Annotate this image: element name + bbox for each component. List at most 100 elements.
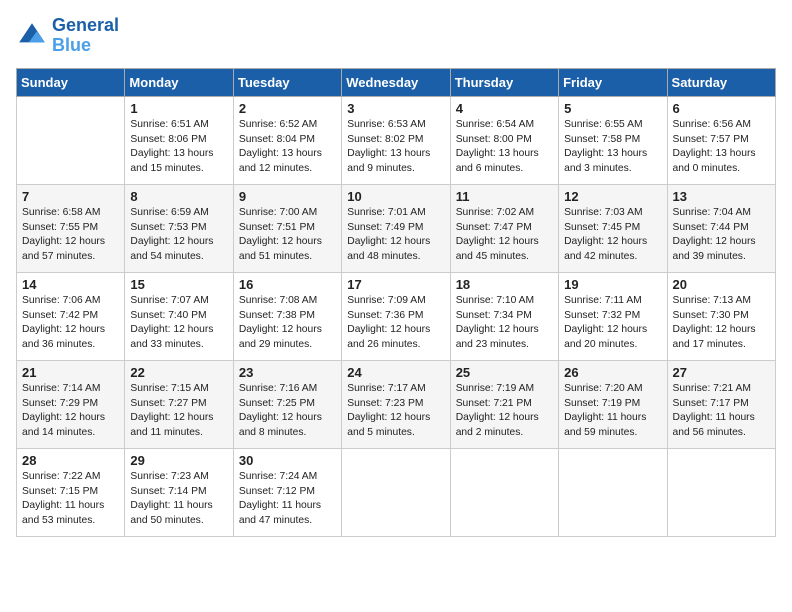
day-info: Sunrise: 7:03 AM Sunset: 7:45 PM Dayligh… — [564, 206, 661, 266]
day-number: 13 — [673, 189, 770, 204]
day-number: 30 — [239, 453, 336, 468]
calendar-cell: 5 Sunrise: 6:55 AM Sunset: 7:58 PM Daylig… — [559, 96, 667, 184]
day-number: 11 — [456, 189, 553, 204]
day-info: Sunrise: 6:59 AM Sunset: 7:53 PM Dayligh… — [130, 206, 227, 266]
day-info: Sunrise: 7:10 AM Sunset: 7:34 PM Dayligh… — [456, 294, 553, 354]
calendar-cell: 25 Sunrise: 7:19 AM Sunset: 7:21 PM Dayli… — [450, 360, 558, 448]
day-info: Sunrise: 7:20 AM Sunset: 7:19 PM Dayligh… — [564, 382, 661, 442]
calendar-cell: 18 Sunrise: 7:10 AM Sunset: 7:34 PM Dayli… — [450, 272, 558, 360]
page-header: General Blue — [16, 16, 776, 56]
calendar-header-wednesday: Wednesday — [342, 68, 450, 96]
calendar-cell: 14Sunrise: 7:06 AM Sunset: 7:42 PM Dayli… — [17, 272, 125, 360]
calendar-cell — [342, 448, 450, 536]
day-number: 27 — [673, 365, 770, 380]
day-info: Sunrise: 7:24 AM Sunset: 7:12 PM Dayligh… — [239, 470, 336, 530]
calendar-cell: 20 Sunrise: 7:13 AM Sunset: 7:30 PM Dayli… — [667, 272, 775, 360]
calendar-header-thursday: Thursday — [450, 68, 558, 96]
calendar-header-tuesday: Tuesday — [233, 68, 341, 96]
calendar-cell: 12Sunrise: 7:03 AM Sunset: 7:45 PM Dayli… — [559, 184, 667, 272]
day-number: 29 — [130, 453, 227, 468]
day-number: 14 — [22, 277, 119, 292]
calendar-cell: 26 Sunrise: 7:20 AM Sunset: 7:19 PM Dayli… — [559, 360, 667, 448]
day-info: Sunrise: 7:19 AM Sunset: 7:21 PM Dayligh… — [456, 382, 553, 442]
calendar-cell: 29 Sunrise: 7:23 AM Sunset: 7:14 PM Dayli… — [125, 448, 233, 536]
day-number: 4 — [456, 101, 553, 116]
day-info: Sunrise: 6:56 AM Sunset: 7:57 PM Dayligh… — [673, 118, 770, 178]
day-info: Sunrise: 7:23 AM Sunset: 7:14 PM Dayligh… — [130, 470, 227, 530]
day-number: 6 — [673, 101, 770, 116]
day-info: Sunrise: 7:00 AM Sunset: 7:51 PM Dayligh… — [239, 206, 336, 266]
day-number: 23 — [239, 365, 336, 380]
day-number: 28 — [22, 453, 119, 468]
day-info: Sunrise: 7:01 AM Sunset: 7:49 PM Dayligh… — [347, 206, 444, 266]
calendar-cell: 17 Sunrise: 7:09 AM Sunset: 7:36 PM Dayli… — [342, 272, 450, 360]
calendar-cell: 1 Sunrise: 6:51 AM Sunset: 8:06 PM Daylig… — [125, 96, 233, 184]
calendar-week-2: 7 Sunrise: 6:58 AM Sunset: 7:55 PM Daylig… — [17, 184, 776, 272]
day-number: 24 — [347, 365, 444, 380]
day-info: Sunrise: 6:53 AM Sunset: 8:02 PM Dayligh… — [347, 118, 444, 178]
calendar-cell — [667, 448, 775, 536]
calendar-cell: 6 Sunrise: 6:56 AM Sunset: 7:57 PM Daylig… — [667, 96, 775, 184]
calendar-cell: 10Sunrise: 7:01 AM Sunset: 7:49 PM Dayli… — [342, 184, 450, 272]
day-info: Sunrise: 7:09 AM Sunset: 7:36 PM Dayligh… — [347, 294, 444, 354]
calendar-cell: 9 Sunrise: 7:00 AM Sunset: 7:51 PM Daylig… — [233, 184, 341, 272]
day-number: 25 — [456, 365, 553, 380]
day-number: 8 — [130, 189, 227, 204]
day-info: Sunrise: 7:04 AM Sunset: 7:44 PM Dayligh… — [673, 206, 770, 266]
day-number: 19 — [564, 277, 661, 292]
calendar-header-sunday: Sunday — [17, 68, 125, 96]
day-number: 7 — [22, 189, 119, 204]
calendar-cell: 16Sunrise: 7:08 AM Sunset: 7:38 PM Dayli… — [233, 272, 341, 360]
day-info: Sunrise: 7:16 AM Sunset: 7:25 PM Dayligh… — [239, 382, 336, 442]
calendar-cell: 7 Sunrise: 6:58 AM Sunset: 7:55 PM Daylig… — [17, 184, 125, 272]
calendar-header-friday: Friday — [559, 68, 667, 96]
calendar-header-saturday: Saturday — [667, 68, 775, 96]
day-number: 20 — [673, 277, 770, 292]
logo-icon — [16, 20, 48, 52]
logo: General Blue — [16, 16, 119, 56]
day-info: Sunrise: 7:14 AM Sunset: 7:29 PM Dayligh… — [22, 382, 119, 442]
calendar-cell: 22 Sunrise: 7:15 AM Sunset: 7:27 PM Dayli… — [125, 360, 233, 448]
calendar-cell: 3 Sunrise: 6:53 AM Sunset: 8:02 PM Daylig… — [342, 96, 450, 184]
day-info: Sunrise: 7:22 AM Sunset: 7:15 PM Dayligh… — [22, 470, 119, 530]
calendar-header-row: SundayMondayTuesdayWednesdayThursdayFrid… — [17, 68, 776, 96]
day-info: Sunrise: 7:02 AM Sunset: 7:47 PM Dayligh… — [456, 206, 553, 266]
day-info: Sunrise: 6:52 AM Sunset: 8:04 PM Dayligh… — [239, 118, 336, 178]
day-info: Sunrise: 6:51 AM Sunset: 8:06 PM Dayligh… — [130, 118, 227, 178]
calendar-cell — [17, 96, 125, 184]
calendar-cell: 4 Sunrise: 6:54 AM Sunset: 8:00 PM Daylig… — [450, 96, 558, 184]
logo-text: General Blue — [52, 16, 119, 56]
day-number: 2 — [239, 101, 336, 116]
calendar-cell: 30 Sunrise: 7:24 AM Sunset: 7:12 PM Dayli… — [233, 448, 341, 536]
day-info: Sunrise: 6:54 AM Sunset: 8:00 PM Dayligh… — [456, 118, 553, 178]
calendar-week-4: 21 Sunrise: 7:14 AM Sunset: 7:29 PM Dayli… — [17, 360, 776, 448]
calendar-cell: 19Sunrise: 7:11 AM Sunset: 7:32 PM Dayli… — [559, 272, 667, 360]
calendar-cell: 11 Sunrise: 7:02 AM Sunset: 7:47 PM Dayli… — [450, 184, 558, 272]
day-number: 21 — [22, 365, 119, 380]
calendar-week-3: 14Sunrise: 7:06 AM Sunset: 7:42 PM Dayli… — [17, 272, 776, 360]
day-info: Sunrise: 7:21 AM Sunset: 7:17 PM Dayligh… — [673, 382, 770, 442]
day-number: 15 — [130, 277, 227, 292]
calendar-cell: 28 Sunrise: 7:22 AM Sunset: 7:15 PM Dayli… — [17, 448, 125, 536]
day-info: Sunrise: 7:07 AM Sunset: 7:40 PM Dayligh… — [130, 294, 227, 354]
day-number: 5 — [564, 101, 661, 116]
day-info: Sunrise: 7:17 AM Sunset: 7:23 PM Dayligh… — [347, 382, 444, 442]
day-info: Sunrise: 6:58 AM Sunset: 7:55 PM Dayligh… — [22, 206, 119, 266]
calendar-cell: 2 Sunrise: 6:52 AM Sunset: 8:04 PM Daylig… — [233, 96, 341, 184]
day-info: Sunrise: 6:55 AM Sunset: 7:58 PM Dayligh… — [564, 118, 661, 178]
calendar-body: 1 Sunrise: 6:51 AM Sunset: 8:06 PM Daylig… — [17, 96, 776, 536]
day-number: 3 — [347, 101, 444, 116]
day-number: 1 — [130, 101, 227, 116]
day-number: 9 — [239, 189, 336, 204]
day-number: 22 — [130, 365, 227, 380]
day-number: 18 — [456, 277, 553, 292]
day-info: Sunrise: 7:15 AM Sunset: 7:27 PM Dayligh… — [130, 382, 227, 442]
calendar-cell — [450, 448, 558, 536]
calendar-cell — [559, 448, 667, 536]
day-number: 26 — [564, 365, 661, 380]
day-info: Sunrise: 7:13 AM Sunset: 7:30 PM Dayligh… — [673, 294, 770, 354]
calendar-cell: 8 Sunrise: 6:59 AM Sunset: 7:53 PM Daylig… — [125, 184, 233, 272]
day-number: 17 — [347, 277, 444, 292]
calendar-cell: 23 Sunrise: 7:16 AM Sunset: 7:25 PM Dayli… — [233, 360, 341, 448]
calendar-header-monday: Monday — [125, 68, 233, 96]
